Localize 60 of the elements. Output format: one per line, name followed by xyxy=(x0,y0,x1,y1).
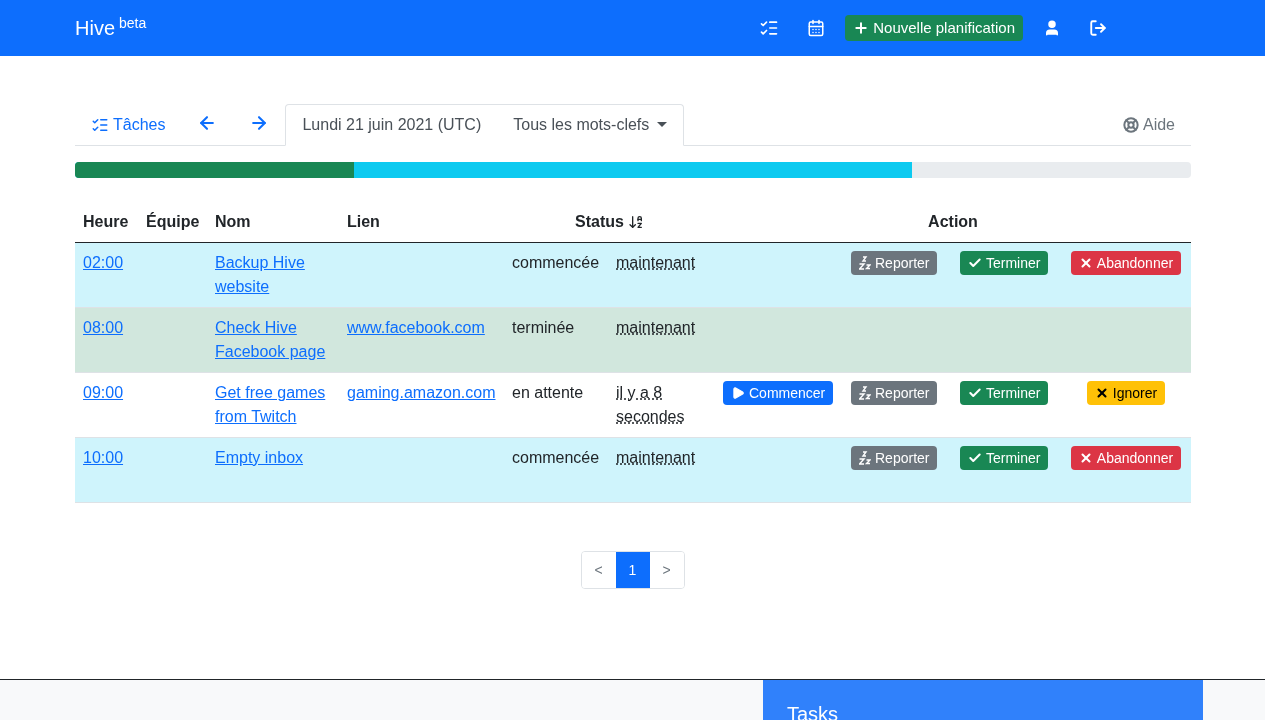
time-link[interactable]: 09:00 xyxy=(83,384,124,401)
url-link[interactable]: www.facebook.com xyxy=(347,319,485,336)
relative-time: maintenant xyxy=(616,319,696,336)
task-name-link[interactable]: Backup Hive website xyxy=(215,251,331,299)
time-link[interactable]: 08:00 xyxy=(83,319,124,336)
url-link[interactable]: gaming.amazon.com xyxy=(347,384,496,401)
sleep-icon xyxy=(859,256,871,270)
status-text: commencée xyxy=(512,449,600,466)
brand-name[interactable]: Hive $^{beta}$ xyxy=(75,14,147,42)
task-name-link[interactable]: Empty inbox xyxy=(215,446,331,470)
close-icon xyxy=(1078,451,1093,465)
tasks-tab[interactable]: Tâches xyxy=(75,105,182,145)
page-button[interactable]: 1 xyxy=(615,552,650,588)
column-header[interactable]: Status xyxy=(575,210,644,234)
action-button[interactable]: Terminer xyxy=(960,381,1049,405)
play-icon xyxy=(731,386,745,400)
column-header: Heure xyxy=(75,202,138,243)
action-button[interactable]: Reporter xyxy=(851,446,938,470)
task-list-icon xyxy=(91,116,109,134)
task-name-link[interactable]: Check Hive Facebook page xyxy=(215,316,331,364)
action-button[interactable]: Commencer xyxy=(723,381,834,405)
date-tab[interactable]: Lundi 21 juin 2021 (UTC) Tous les mots-clefs xyxy=(285,104,685,146)
column-header: Action xyxy=(715,202,1191,243)
action-button[interactable]: Terminer xyxy=(960,251,1049,275)
user-icon[interactable] xyxy=(1043,19,1061,37)
task-list-icon[interactable] xyxy=(759,18,780,38)
sort-icon xyxy=(627,214,644,230)
time-link[interactable]: 10:00 xyxy=(83,449,124,466)
close-icon xyxy=(1094,386,1109,400)
relative-time: maintenant xyxy=(616,254,696,271)
sleep-icon xyxy=(859,386,871,400)
logout-icon[interactable] xyxy=(1089,19,1107,37)
check-icon xyxy=(968,451,982,465)
new-schedule-button[interactable]: Nouvelle planification xyxy=(845,14,1023,42)
date-label: Lundi 21 juin 2021 (UTC) xyxy=(301,115,483,135)
time-link[interactable]: 02:00 xyxy=(83,254,124,271)
status-text: commencée xyxy=(512,254,600,271)
column-header: Équipe xyxy=(138,202,207,243)
action-button[interactable]: Abandonner xyxy=(1070,251,1182,275)
caret-icon xyxy=(657,122,668,128)
action-button[interactable]: Terminer xyxy=(960,446,1049,470)
relative-time: maintenant xyxy=(616,449,696,466)
lifebuoy-icon xyxy=(1122,117,1139,133)
status-text: en attente xyxy=(512,384,584,401)
keyword-filter-dropdown[interactable]: Tous les mots-clefs xyxy=(497,105,684,145)
action-button[interactable]: Reporter xyxy=(851,251,938,275)
check-icon xyxy=(968,256,982,270)
calendar-icon[interactable] xyxy=(807,19,826,37)
column-header: Lien xyxy=(339,202,504,243)
status-text: terminée xyxy=(512,319,575,336)
help-link[interactable]: Aide xyxy=(1106,105,1191,145)
check-icon xyxy=(968,386,982,400)
column-header: Nom xyxy=(207,202,339,243)
task-name-link[interactable]: Get free games from Twitch xyxy=(215,381,331,429)
sleep-icon xyxy=(859,451,871,465)
action-button[interactable]: Reporter xyxy=(851,381,938,405)
relative-time: il y a 8 secondes xyxy=(616,384,685,425)
action-button[interactable]: Ignorer xyxy=(1086,381,1166,405)
action-button[interactable]: Abandonner xyxy=(1070,446,1182,470)
close-icon xyxy=(1078,256,1093,270)
